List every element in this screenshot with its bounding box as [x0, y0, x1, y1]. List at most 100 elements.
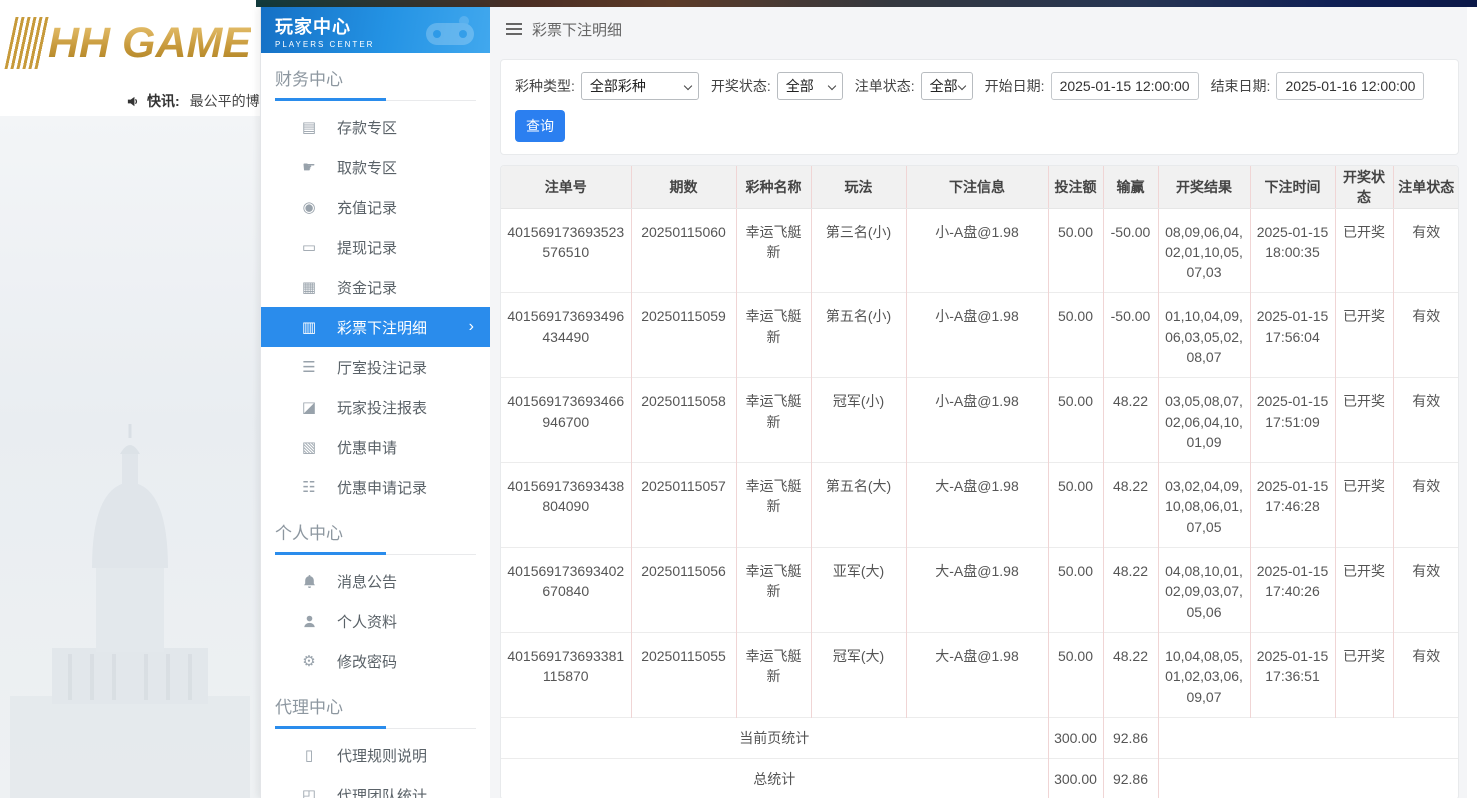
table-cell: 幸运飞艇新	[736, 207, 812, 293]
section-underline	[275, 552, 476, 555]
gamepad-icon	[426, 16, 474, 45]
table-cell: 50.00	[1048, 547, 1104, 633]
table-cell: 大-A盘@1.98	[906, 631, 1049, 718]
table-cell: 03,05,08,07,02,06,04,10,01,09	[1158, 377, 1251, 463]
table-cell: 幸运飞艇新	[736, 292, 812, 378]
table-cell: 20250115056	[631, 547, 737, 633]
sidebar-item-profile[interactable]: 个人资料	[261, 601, 490, 641]
sidebar-item-label: 取款专区	[337, 159, 398, 177]
sidebar-item-lottery[interactable]: ▥ 彩票下注明细 ›	[261, 307, 490, 347]
table-cell: 48.22	[1103, 547, 1159, 633]
column-header: 输赢	[1103, 166, 1159, 209]
table-cell: 20250115055	[631, 631, 737, 718]
bet-table-card: 注单号 期数 彩种名称 玩法 下注信息 投注额 输赢 开奖结果 下注时间 开奖状态 注单状态 401…	[500, 165, 1459, 798]
lottery-icon: ▥	[301, 319, 317, 336]
summary-empty	[1158, 758, 1458, 798]
table-row: 401569173693438804090 20250115057 幸运飞艇新 第五名…	[501, 462, 1458, 548]
sidebar-item-hall[interactable]: ☰ 厅室投注记录	[261, 347, 490, 387]
notice-icon	[299, 574, 319, 589]
sidebar-item-label: 代理规则说明	[337, 747, 428, 765]
hall-icon: ☰	[302, 359, 316, 376]
table-cell: 20250115060	[631, 207, 737, 293]
table-cell: 第五名(小)	[811, 292, 907, 378]
section-underline	[275, 98, 476, 101]
sidebar-item-label: 存款专区	[337, 119, 398, 137]
sidebar-item-notice[interactable]: 消息公告	[261, 561, 490, 601]
summary-bet-total: 300.00	[1048, 758, 1104, 798]
sidebar-section-title: 财务中心	[275, 70, 343, 89]
table-cell: 亚军(大)	[811, 547, 907, 633]
table-cell: 401569173693381115870	[501, 631, 632, 718]
summary-empty	[1158, 716, 1458, 759]
sidebar-item-report[interactable]: ◪ 玩家投注报表	[261, 387, 490, 427]
sidebar-item-label: 消息公告	[337, 573, 398, 591]
chevron-down-icon	[957, 81, 966, 91]
table-cell: 04,08,10,01,02,09,03,07,05,06	[1158, 547, 1251, 633]
summary-bet-total: 300.00	[1048, 716, 1104, 759]
menu-toggle-icon[interactable]	[506, 23, 522, 35]
sidebar-item-label: 资金记录	[337, 279, 398, 297]
sidebar-item-promo[interactable]: ▧ 优惠申请	[261, 427, 490, 467]
sidebar-item-withdraw[interactable]: ☛ 取款专区	[261, 147, 490, 187]
column-header: 投注额	[1048, 166, 1104, 209]
table-cell: 20250115059	[631, 292, 737, 378]
order-status-select[interactable]: 全部	[920, 72, 973, 100]
table-cell: 冠军(小)	[811, 377, 907, 463]
capitol-illustration	[10, 424, 250, 798]
promo-icon: ▧	[301, 439, 317, 456]
sidebar-item-agent-stats[interactable]: ◰ 代理团队统计	[261, 775, 490, 798]
sidebar-item-password[interactable]: ⚙ 修改密码	[261, 641, 490, 681]
sidebar-item-agent-rules[interactable]: ▯ 代理规则说明	[261, 735, 490, 775]
sidebar-section-title: 个人中心	[275, 524, 343, 543]
summary-win-loss: 92.86	[1103, 716, 1159, 759]
table-cell: 第五名(大)	[811, 462, 907, 548]
funds-icon: ▦	[301, 279, 317, 296]
search-button[interactable]: 查询	[515, 110, 565, 142]
column-header: 注单状态	[1393, 166, 1458, 209]
ticker-label: 快讯:	[147, 93, 180, 109]
table-row: 401569173693496434490 20250115059 幸运飞艇新 第五名…	[501, 292, 1458, 378]
table-cell: 已开奖	[1335, 462, 1394, 548]
draw-status-label: 开奖状态:	[710, 78, 771, 94]
table-cell: 大-A盘@1.98	[906, 547, 1049, 633]
draw-status-select[interactable]: 全部	[776, 72, 843, 100]
table-cell: 2025-01-15 18:00:35	[1250, 207, 1336, 293]
sidebar-item-label: 玩家投注报表	[337, 399, 428, 417]
sidebar-item-label: 代理团队统计	[337, 787, 428, 798]
profile-icon	[299, 614, 319, 629]
section-underline	[275, 726, 476, 729]
lottery-type-select[interactable]: 全部彩种	[580, 72, 699, 100]
table-row: 401569173693523576510 20250115060 幸运飞艇新 第三名…	[501, 207, 1458, 293]
password-icon: ⚙	[302, 653, 316, 670]
summary-label: 总统计	[501, 758, 1049, 798]
sidebar-item-deposit[interactable]: ▤ 存款专区	[261, 107, 490, 147]
logo-text: HH GAME	[48, 18, 252, 67]
table-cell: -50.00	[1103, 292, 1159, 378]
sidebar-item-label: 提现记录	[337, 239, 398, 257]
withdraw-icon: ☛	[302, 159, 316, 176]
top-banner-strip	[256, 0, 1477, 7]
table-cell: 10,04,08,05,01,02,03,06,09,07	[1158, 631, 1251, 718]
sidebar-item-withdrawal[interactable]: ▭ 提现记录	[261, 227, 490, 267]
chevron-down-icon	[683, 81, 693, 91]
table-cell: 20250115058	[631, 377, 737, 463]
table-cell: 有效	[1393, 292, 1458, 378]
main-content: 彩票下注明细 彩种类型: 全部彩种 开奖状态: 全部 注单状态: 全部 开始日期…	[490, 7, 1467, 798]
sidebar-item-funds[interactable]: ▦ 资金记录	[261, 267, 490, 307]
end-date-input[interactable]	[1276, 72, 1425, 100]
column-header: 下注信息	[906, 166, 1049, 209]
players-center-header: 玩家中心 PLAYERS CENTER	[261, 7, 490, 53]
table-cell: 20250115057	[631, 462, 737, 548]
deposit-icon: ▤	[301, 119, 317, 136]
order-status-label: 注单状态:	[854, 78, 915, 94]
sidebar-item-promolist[interactable]: ☷ 优惠申请记录	[261, 467, 490, 507]
table-cell: 50.00	[1048, 207, 1104, 293]
table-cell: 大-A盘@1.98	[906, 462, 1049, 548]
sidebar-item-label: 修改密码	[337, 653, 398, 671]
sidebar-section-title: 代理中心	[275, 698, 343, 717]
scrollbar-track[interactable]	[1467, 7, 1477, 798]
sidebar-item-label: 优惠申请记录	[337, 479, 428, 497]
start-date-input[interactable]	[1050, 72, 1199, 100]
table-cell: 有效	[1393, 631, 1458, 718]
sidebar-item-recharge[interactable]: ◉ 充值记录	[261, 187, 490, 227]
